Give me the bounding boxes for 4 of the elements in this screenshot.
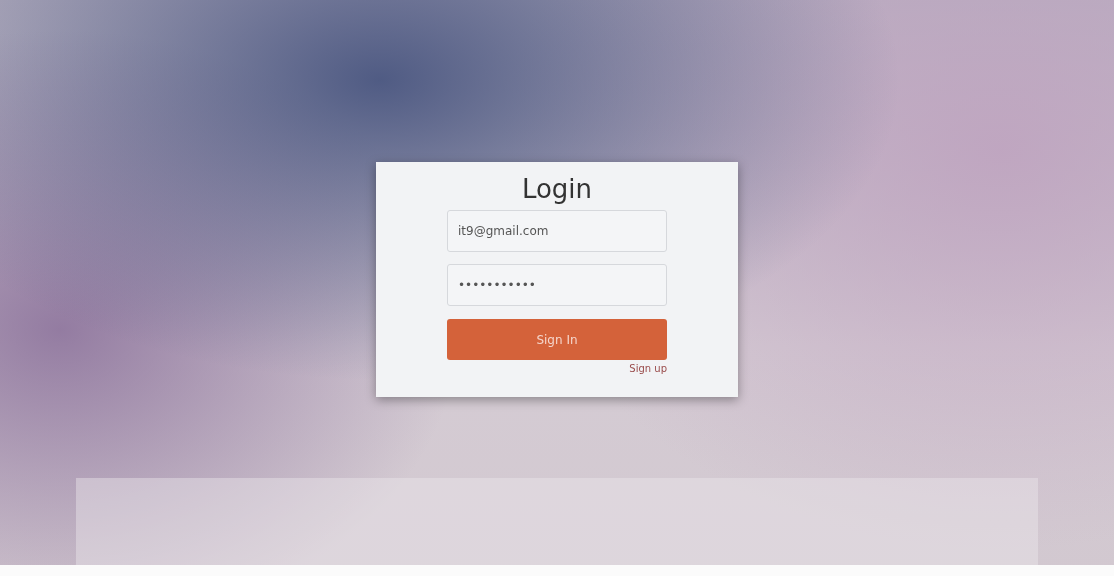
- email-field[interactable]: it9@gmail.com: [447, 210, 667, 252]
- login-title: Login: [521, 174, 593, 204]
- sign-up-link[interactable]: Sign up: [629, 363, 667, 374]
- password-field[interactable]: •••••••••••: [447, 264, 667, 306]
